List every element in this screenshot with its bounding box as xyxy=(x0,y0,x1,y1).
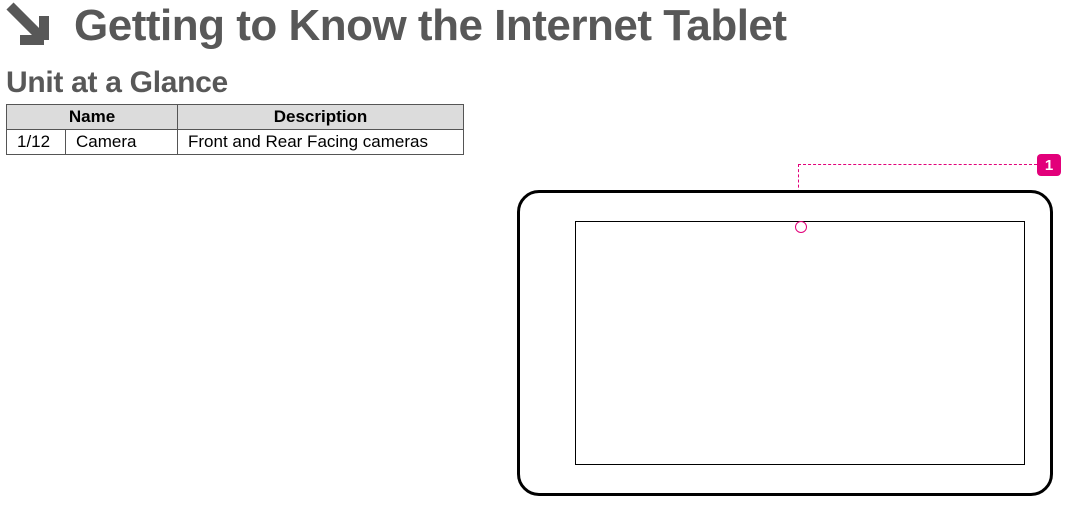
col-header-description: Description xyxy=(178,105,464,130)
page-title-block: Getting to Know the Internet Tablet xyxy=(0,0,1089,52)
tablet-outline xyxy=(517,190,1053,496)
callout-badge: 1 xyxy=(1037,154,1061,176)
parts-table: Name Description 1/12 Camera Front and R… xyxy=(6,104,464,155)
cell-num: 1/12 xyxy=(7,130,66,155)
callout-leader-horizontal xyxy=(798,164,1037,165)
tablet-figure: 1 xyxy=(517,170,1067,500)
camera-callout-marker xyxy=(795,221,807,233)
cell-name: Camera xyxy=(66,130,178,155)
section-title: Unit at a Glance xyxy=(6,66,1089,100)
table-header-row: Name Description xyxy=(7,105,464,130)
down-right-arrow-icon xyxy=(4,0,56,52)
tablet-screen xyxy=(575,221,1025,465)
col-header-name: Name xyxy=(7,105,178,130)
page-title: Getting to Know the Internet Tablet xyxy=(74,1,787,51)
table-row: 1/12 Camera Front and Rear Facing camera… xyxy=(7,130,464,155)
cell-description: Front and Rear Facing cameras xyxy=(178,130,464,155)
